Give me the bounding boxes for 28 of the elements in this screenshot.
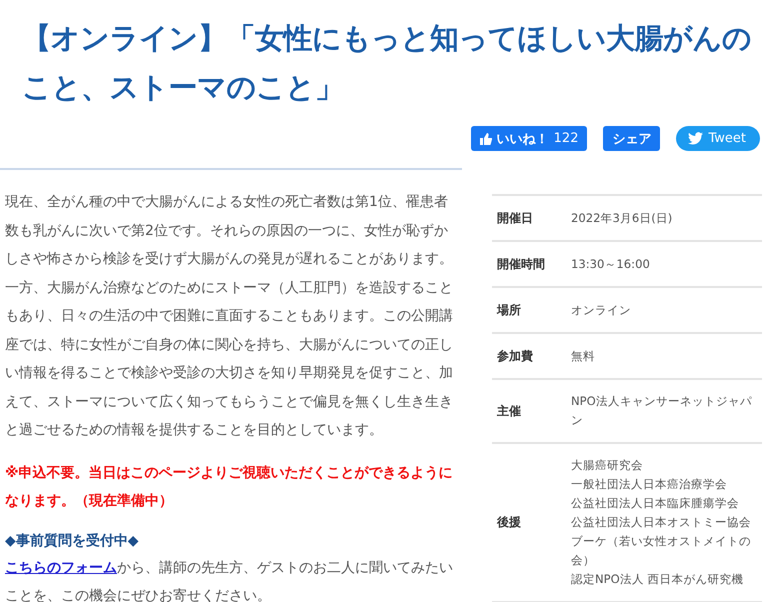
detail-value: 認定NPO法人 西日本がん研究機: [571, 571, 744, 588]
detail-value: NPO法人キャンサーネットジャパン: [571, 393, 753, 429]
detail-value: ブーケ（若い女性オストメイトの会）: [571, 533, 752, 569]
detail-value: オンライン: [571, 302, 631, 318]
detail-label: 場所: [496, 302, 522, 318]
detail-label: 参加費: [496, 348, 534, 364]
detail-label: 後援: [496, 514, 522, 531]
detail-value: 13:30～16:00: [571, 256, 650, 272]
detail-value: 公益社団法人日本オストミー協会: [571, 514, 752, 531]
detail-label: 開催時間: [496, 256, 546, 272]
detail-value: 無料: [571, 348, 595, 364]
page-title: 【オンライン】「女性にもっと知ってほしい大腸がんのこと、ストーマのこと」: [21, 20, 752, 106]
question-paragraph: こちらのフォームから、講師の先生方、ゲストのお二人に聞いてみたいことを、この機会にぜひお寄せください。: [5, 558, 454, 602]
notice-text: ※申込不要。当日はこのページよりご視聴いただくことができるようになります。（現在準備中）: [5, 464, 454, 511]
detail-label: 開催日: [496, 210, 534, 226]
detail-value: 一般社団法人日本癌治療学会: [571, 476, 728, 493]
bird-icon: [688, 132, 704, 145]
share-button[interactable]: シェア: [603, 126, 660, 151]
tweet-button[interactable]: Tweet: [676, 126, 760, 151]
detail-label: 主催: [496, 402, 522, 420]
form-link[interactable]: こちらのフォーム: [5, 560, 117, 576]
section-heading: ◆事前質問を受付中◆: [5, 532, 140, 550]
detail-value: 大腸癌研究会: [571, 457, 644, 474]
detail-value: 2022年3月6日(日): [571, 210, 672, 226]
detail-value: 公益社団法人日本臨床腫瘍学会: [571, 495, 740, 512]
like-button[interactable]: いいね！ 122: [470, 126, 588, 151]
description-paragraph: 現在、全がん種の中で大腸がんによる女性の死亡者数は第1位、罹患者数も乳がんに次いで第2位です。それらの原因の一つに、女性が恥ずかしさや怖さから検診を受けず大腸がんの発見が遅れることがあります。一方、大腸がん治療などのためにストーマ（人工肛門）を造設することもあり、日々の生活の中で困難に直面することもあります。この公開講座では、特に女性がご自身の体に関心を持ち、大腸がんについての正しい情報を得ることで検診や受診の大切さを知り早期発見を促すこと、加えて、ストーマについて広く知ってもらうことで偏見を無くし生き生きと過ごせるための情報を提供することを目的としています。: [5, 193, 454, 440]
thumbs-up-icon: [480, 132, 492, 144]
